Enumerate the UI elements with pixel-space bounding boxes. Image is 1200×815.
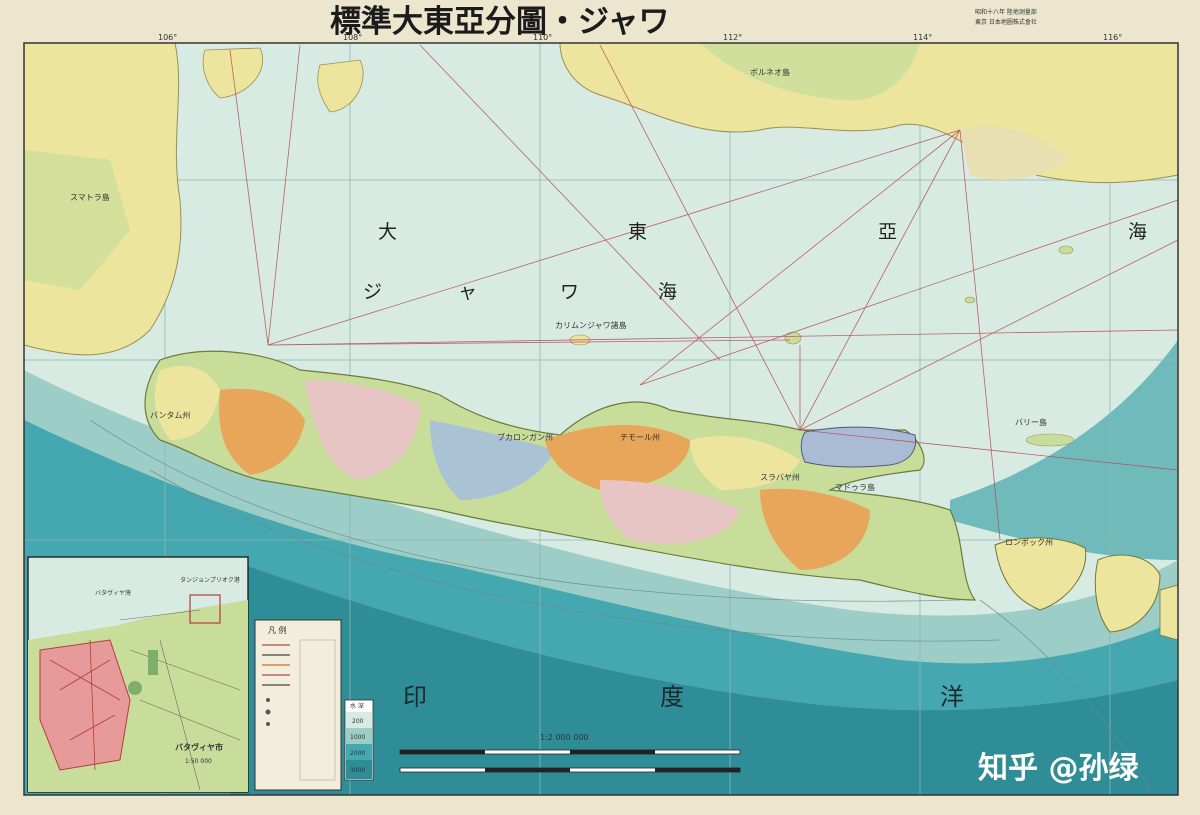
region-label-surabaya: スラバヤ州 (760, 473, 800, 482)
map-title: 標準大東亞分圖・ジャワ (330, 4, 669, 40)
region-label-sumatra: スマトラ島 (70, 192, 110, 202)
region-label-kangean: バリー島 (1015, 417, 1047, 427)
longitude-tick-110: 110° (533, 33, 552, 42)
islet-1 (1058, 245, 1074, 255)
region-label-central: チモール州 (620, 433, 660, 442)
ocean-label-1: 印 (403, 683, 427, 711)
ocean-label-2: 度 (660, 683, 684, 711)
region-label-lombok-area: ロンボック州 (1005, 538, 1053, 547)
madura-island (800, 426, 917, 468)
depth-step-4: 3000 (350, 767, 365, 774)
depth-step-1: 200 (352, 718, 364, 725)
ocean-label-3: 洋 (940, 683, 964, 711)
inset-scale: 1:50 000 (185, 758, 212, 765)
region-label-madura: マドゥラ島 (835, 482, 875, 492)
map-canvas: 標準大東亞分圖・ジャワ 昭和十八年 陸地測量部 東京 日本地圖株式會社 106°… (0, 0, 1200, 815)
sumbawa-island-edge (1159, 584, 1179, 641)
longitude-tick-116: 116° (1103, 33, 1122, 42)
publisher-line-2: 東京 日本地圖株式會社 (975, 18, 1037, 26)
map-sheet: 標準大東亞分圖・ジャワ 昭和十八年 陸地測量部 東京 日本地圖株式會社 106°… (0, 0, 1200, 815)
depth-legend: 水 深 200 1000 2000 3000 (344, 699, 374, 781)
sea-label-3: 亞 (878, 221, 897, 243)
publisher-line-1: 昭和十八年 陸地測量部 (975, 8, 1037, 16)
sea-label-5: ジ (363, 281, 382, 303)
sea-label-4: 海 (1128, 221, 1147, 243)
longitude-tick-114: 114° (913, 33, 932, 42)
region-label-borneo: ボルネオ島 (750, 67, 790, 77)
batavia-inset-map: バタヴィヤ灣 タンジョンプリオク港 バタヴィヤ市 1:50 000 (27, 556, 249, 793)
region-label-banten: バンタム州 (150, 411, 190, 420)
depth-step-2: 1000 (350, 734, 365, 741)
legend-title: 凡 例 (268, 625, 287, 635)
inset-title: バタヴィヤ市 (175, 742, 223, 752)
legend-box: 凡 例 (254, 619, 342, 791)
sea-label-8: 海 (658, 281, 677, 303)
depth-header: 水 深 (350, 702, 364, 710)
sea-label-1: 大 (378, 221, 397, 243)
depth-step-3: 2000 (350, 750, 365, 757)
sea-label-6: ャ (458, 281, 477, 303)
inset-sea-label: バタヴィヤ灣 (95, 589, 131, 597)
scale-text: 1:2 000 000 (540, 733, 589, 742)
inset-harbor-label: タンジョンプリオク港 (180, 576, 240, 584)
islet-2 (964, 296, 976, 304)
bawean-island (784, 331, 802, 345)
region-label-karimunjawa: カリムンジャワ諸島 (555, 320, 627, 330)
sea-label-2: 東 (628, 221, 647, 243)
kangean-islands (1025, 433, 1075, 447)
longitude-tick-112: 112° (723, 33, 742, 42)
region-label-pekalongan: ブカロンガン州 (497, 432, 553, 442)
watermark-text: 知乎 @孙绿 (978, 751, 1139, 786)
longitude-tick-108: 108° (343, 33, 362, 42)
sea-label-7: ワ (560, 281, 579, 303)
longitude-tick-106: 106° (158, 33, 177, 42)
